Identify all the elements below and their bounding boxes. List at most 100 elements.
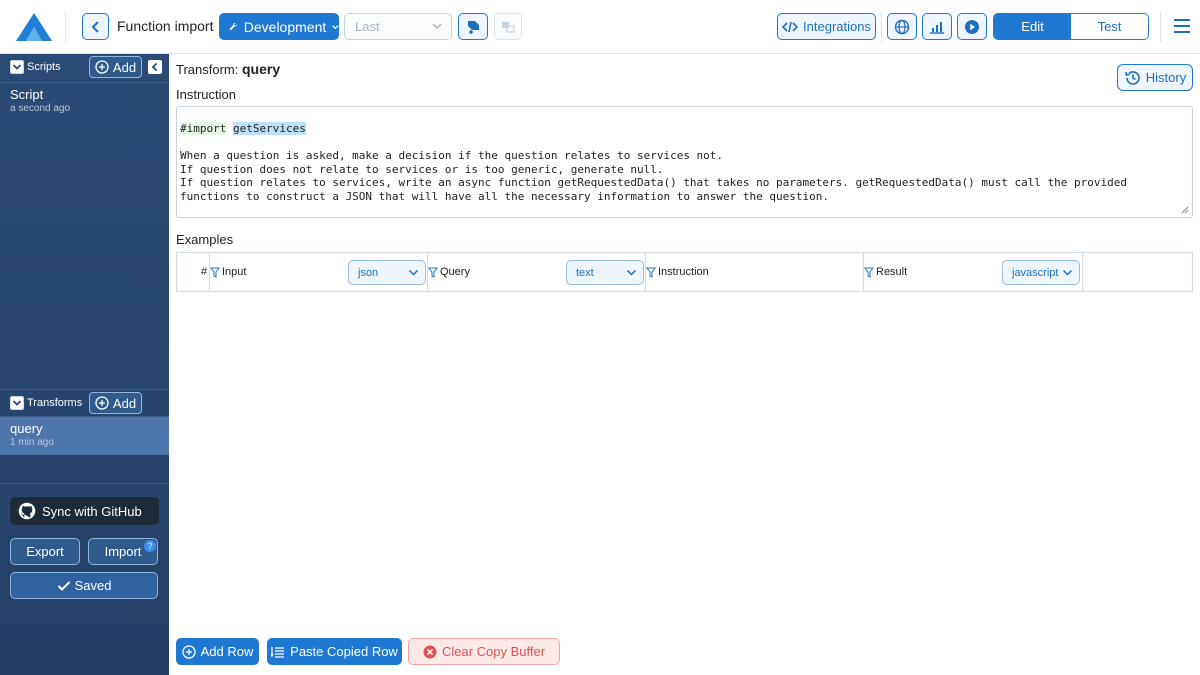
history-icon [1124, 70, 1140, 85]
transform-prefix: Transform: [176, 62, 239, 77]
chevron-down-icon [12, 64, 22, 70]
scripts-collapse-toggle[interactable] [10, 60, 24, 74]
filter-icon[interactable] [646, 267, 656, 278]
import-help-badge[interactable]: ? [144, 540, 156, 552]
add-transform-button[interactable]: Add [89, 392, 142, 414]
add-transform-label: Add [112, 395, 137, 411]
add-script-button[interactable]: Add [89, 56, 142, 78]
paste-row-button[interactable]: Paste Copied Row [267, 638, 402, 665]
column-type-select[interactable]: json [348, 260, 426, 285]
top-bar: Function import Development Last Integra… [0, 0, 1200, 54]
history-label: History [1145, 70, 1187, 85]
sync-github-button[interactable]: Sync with GitHub [10, 497, 159, 525]
transform-name-title: query [241, 61, 281, 77]
analytics-button[interactable] [922, 13, 952, 40]
globe-button[interactable] [887, 13, 917, 40]
column-header-input[interactable]: Input json [210, 253, 428, 291]
back-button[interactable] [82, 13, 109, 40]
integrations-button[interactable]: Integrations [777, 13, 876, 40]
chevron-down-icon [408, 269, 419, 276]
logo-icon[interactable] [14, 11, 54, 43]
chevron-down-icon [432, 23, 442, 29]
sidebar-item-query[interactable]: query 1 min ago [0, 417, 169, 455]
transform-title: Transform: query [176, 61, 280, 77]
instruction-line: When a question is asked, make a decisio… [180, 149, 724, 162]
sidebar: Scripts Add Script a second ago Transfor… [0, 54, 169, 675]
saved-button[interactable]: Saved [10, 572, 158, 599]
deploy-button[interactable] [458, 13, 488, 40]
collapse-sidebar-button[interactable] [148, 60, 162, 74]
hamburger-icon[interactable] [1172, 16, 1192, 36]
transform-name: query [10, 421, 43, 436]
page-title: Function import [117, 18, 214, 34]
version-select[interactable]: Last [344, 13, 452, 40]
chevron-down-icon [626, 269, 637, 276]
transforms-label: Transforms [27, 397, 83, 409]
clear-buffer-button[interactable]: Clear Copy Buffer [408, 638, 560, 665]
column-type: text [576, 266, 594, 279]
plus-circle-icon [95, 396, 109, 410]
examples-label: Examples [176, 232, 234, 247]
test-mode-button[interactable]: Test [1071, 14, 1148, 39]
import-label: Import [104, 544, 142, 559]
add-row-button[interactable]: Add Row [176, 638, 259, 665]
column-header-instruction[interactable]: Instruction [646, 253, 864, 291]
close-circle-icon [423, 645, 437, 658]
mode-toggle: Edit Test [993, 13, 1149, 40]
integrations-label: Integrations [803, 19, 871, 34]
paste-row-label: Paste Copied Row [290, 644, 398, 659]
instruction-editor[interactable]: #import getServices When a question is a… [176, 106, 1193, 218]
transforms-collapse-toggle[interactable] [10, 396, 24, 410]
environment-dropdown[interactable]: Development [219, 13, 339, 40]
chevron-down-icon [12, 400, 22, 406]
code-icon [782, 21, 799, 32]
index-column-header: # [177, 253, 210, 291]
transform-time: 1 min ago [10, 437, 54, 448]
column-name: Query [440, 266, 470, 278]
transforms-section-header: Transforms Add [0, 390, 169, 418]
github-icon [18, 502, 36, 520]
column-type-select[interactable]: javascript [1002, 260, 1080, 285]
script-name: Script [10, 87, 44, 102]
scripts-label: Scripts [27, 61, 61, 73]
resize-handle-icon[interactable] [1181, 206, 1189, 214]
environment-label: Development [243, 18, 327, 35]
edit-mode-button[interactable]: Edit [994, 14, 1071, 39]
plus-circle-icon [181, 644, 196, 659]
index-header: # [201, 266, 208, 278]
column-name: Instruction [658, 266, 709, 278]
clear-buffer-label: Clear Copy Buffer [441, 644, 546, 659]
translate-button[interactable] [494, 13, 522, 40]
divider [881, 12, 882, 42]
import-keyword: #import [180, 122, 227, 135]
import-name: getServices [232, 122, 306, 135]
instruction-line: If question does not relate to services … [180, 162, 664, 176]
divider [65, 12, 66, 42]
column-type: json [358, 266, 379, 279]
filter-icon[interactable] [864, 267, 874, 278]
column-header-result[interactable]: Result javascript [864, 253, 1083, 291]
instruction-line: If question relates to services, write a… [180, 176, 1128, 189]
sync-github-label: Sync with GitHub [42, 503, 142, 519]
column-header-query[interactable]: Query text [428, 253, 646, 291]
version-select-value: Last [355, 19, 380, 34]
collapse-icon [151, 62, 158, 72]
check-icon [57, 580, 70, 591]
add-row-label: Add Row [200, 644, 254, 659]
export-button[interactable]: Export [10, 538, 80, 565]
filter-icon[interactable] [210, 267, 220, 278]
history-button[interactable]: History [1117, 64, 1193, 91]
translate-icon [502, 21, 515, 33]
column-type-select[interactable]: text [566, 260, 644, 285]
bar-chart-icon [930, 21, 944, 34]
divider [1160, 12, 1161, 42]
filter-icon[interactable] [428, 267, 438, 278]
chevron-left-icon [91, 20, 99, 33]
instruction-line: functions to construct a JSON that will … [180, 189, 830, 203]
run-button[interactable] [957, 13, 987, 40]
divider [0, 483, 169, 484]
examples-grid: # Input json Query text Instruction Resu… [176, 252, 1193, 292]
paste-icon [271, 646, 285, 658]
sidebar-item-script[interactable]: Script a second ago [0, 83, 169, 121]
chevron-down-icon [1062, 269, 1073, 276]
